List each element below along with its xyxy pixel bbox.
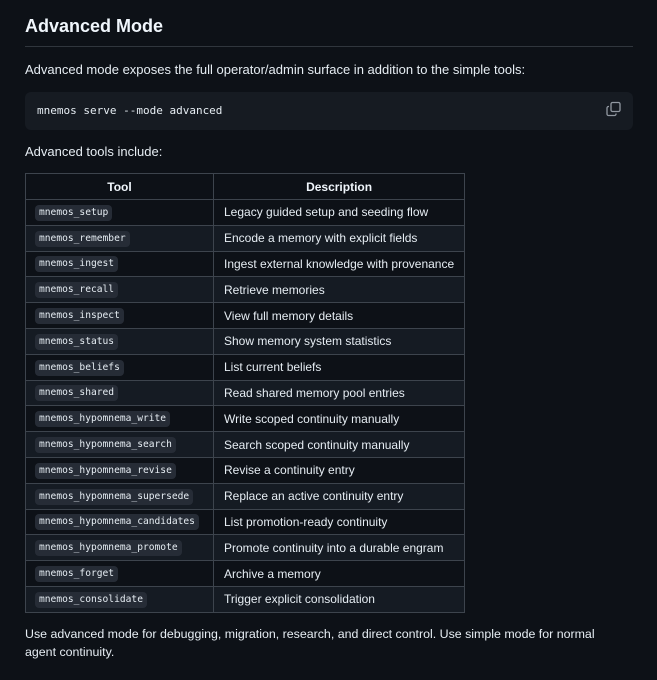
tool-cell: mnemos_remember xyxy=(25,224,214,252)
description-cell: List promotion-ready continuity xyxy=(212,508,466,536)
column-header-tool: Tool xyxy=(25,173,214,200)
tool-name-code: mnemos_consolidate xyxy=(35,591,147,608)
readme-section: Advanced Mode Advanced mode exposes the … xyxy=(0,0,657,680)
tool-cell: mnemos_setup xyxy=(25,199,214,226)
table-row: mnemos_shared Read shared memory pool ent… xyxy=(25,379,466,407)
table-header-row: Tool Description xyxy=(25,173,466,200)
table-row: mnemos_ingest Ingest external knowledge w… xyxy=(25,250,466,278)
tool-cell: mnemos_hypomnema_write xyxy=(25,405,214,433)
table-row: mnemos_hypomnema_promote Promote continui… xyxy=(25,534,466,562)
description-cell: View full memory details xyxy=(212,302,466,329)
description-cell: List current beliefs xyxy=(212,353,466,381)
description-cell: Replace an active continuity entry xyxy=(212,482,466,510)
tool-name-code: mnemos_remember xyxy=(35,230,130,247)
tool-cell: mnemos_status xyxy=(25,327,214,355)
table-row: mnemos_consolidate Trigger explicit conso… xyxy=(25,585,466,613)
description-cell: Search scoped continuity manually xyxy=(212,431,466,458)
command-code[interactable]: mnemos serve --mode advanced xyxy=(37,104,222,118)
intro-paragraph: Advanced mode exposes the full operator/… xyxy=(25,62,526,77)
description-cell: Encode a memory with explicit fields xyxy=(212,224,466,252)
tool-cell: mnemos_hypomnema_promote xyxy=(25,534,214,562)
table-row: mnemos_recall Retrieve memories xyxy=(25,276,466,304)
tool-name-code: mnemos_beliefs xyxy=(35,359,124,376)
description-cell: Promote continuity into a durable engram xyxy=(212,534,466,562)
tool-name-code: mnemos_ingest xyxy=(35,256,119,273)
tool-name-code: mnemos_shared xyxy=(35,385,119,402)
tool-name-code: mnemos_recall xyxy=(35,282,119,299)
table-row: mnemos_setup Legacy guided setup and seed… xyxy=(25,199,466,226)
description-cell: Trigger explicit consolidation xyxy=(212,585,466,613)
tool-name-code: mnemos_hypomnema_supersede xyxy=(35,488,194,505)
tool-cell: mnemos_recall xyxy=(25,276,214,304)
table-row: mnemos_remember Encode a memory with expl… xyxy=(25,224,466,252)
tools-table: Tool Description mnemos_setup Legacy guid… xyxy=(25,173,466,613)
tool-cell: mnemos_hypomnema_candidates xyxy=(25,508,214,536)
tool-name-code: mnemos_hypomnema_revise xyxy=(35,462,176,479)
tool-name-code: mnemos_forget xyxy=(35,566,119,583)
tool-cell: mnemos_hypomnema_revise xyxy=(25,456,214,484)
tool-name-code: mnemos_hypomnema_promote xyxy=(35,540,182,557)
tool-cell: mnemos_shared xyxy=(25,379,214,407)
tool-cell: mnemos_consolidate xyxy=(25,585,214,613)
tool-name-code: mnemos_setup xyxy=(35,204,113,221)
table-row: mnemos_forget Archive a memory xyxy=(25,560,466,587)
table-row: mnemos_hypomnema_supersede Replace an act… xyxy=(25,482,466,510)
table-row: mnemos_beliefs List current beliefs xyxy=(25,353,466,381)
tool-name-code: mnemos_hypomnema_candidates xyxy=(35,514,199,531)
tools-table-body: mnemos_setup Legacy guided setup and seed… xyxy=(25,199,466,613)
tools-intro-paragraph: Advanced tools include: xyxy=(25,144,163,159)
description-cell: Read shared memory pool entries xyxy=(212,379,466,407)
tool-cell: mnemos_inspect xyxy=(25,302,214,329)
table-row: mnemos_hypomnema_revise Revise a continui… xyxy=(25,456,466,484)
description-cell: Retrieve memories xyxy=(212,276,466,304)
copy-button[interactable] xyxy=(605,100,623,118)
copy-icon xyxy=(606,101,621,117)
tool-cell: mnemos_hypomnema_supersede xyxy=(25,482,214,510)
table-row: mnemos_hypomnema_candidates List promotio… xyxy=(25,508,466,536)
description-cell: Revise a continuity entry xyxy=(212,456,466,484)
description-cell: Ingest external knowledge with provenanc… xyxy=(212,250,466,278)
description-cell: Legacy guided setup and seeding flow xyxy=(212,199,466,226)
table-row: mnemos_status Show memory system statisti… xyxy=(25,327,466,355)
table-row: mnemos_hypomnema_search Search scoped con… xyxy=(25,431,466,458)
tool-name-code: mnemos_hypomnema_write xyxy=(35,411,171,428)
tool-name-code: mnemos_status xyxy=(35,333,119,350)
tool-cell: mnemos_forget xyxy=(25,560,214,587)
tool-cell: mnemos_beliefs xyxy=(25,353,214,381)
tool-name-code: mnemos_inspect xyxy=(35,308,124,325)
section-heading: Advanced Mode xyxy=(25,0,633,47)
tool-cell: mnemos_ingest xyxy=(25,250,214,278)
column-header-description: Description xyxy=(212,173,466,200)
code-block: mnemos serve --mode advanced xyxy=(25,92,633,130)
description-cell: Write scoped continuity manually xyxy=(212,405,466,433)
table-row: mnemos_hypomnema_write Write scoped conti… xyxy=(25,405,466,433)
description-cell: Archive a memory xyxy=(212,560,466,587)
description-cell: Show memory system statistics xyxy=(212,327,466,355)
tool-name-code: mnemos_hypomnema_search xyxy=(35,437,176,454)
outro-paragraph: Use advanced mode for debugging, migrati… xyxy=(25,626,595,659)
tool-cell: mnemos_hypomnema_search xyxy=(25,431,214,458)
table-row: mnemos_inspect View full memory details xyxy=(25,302,466,329)
